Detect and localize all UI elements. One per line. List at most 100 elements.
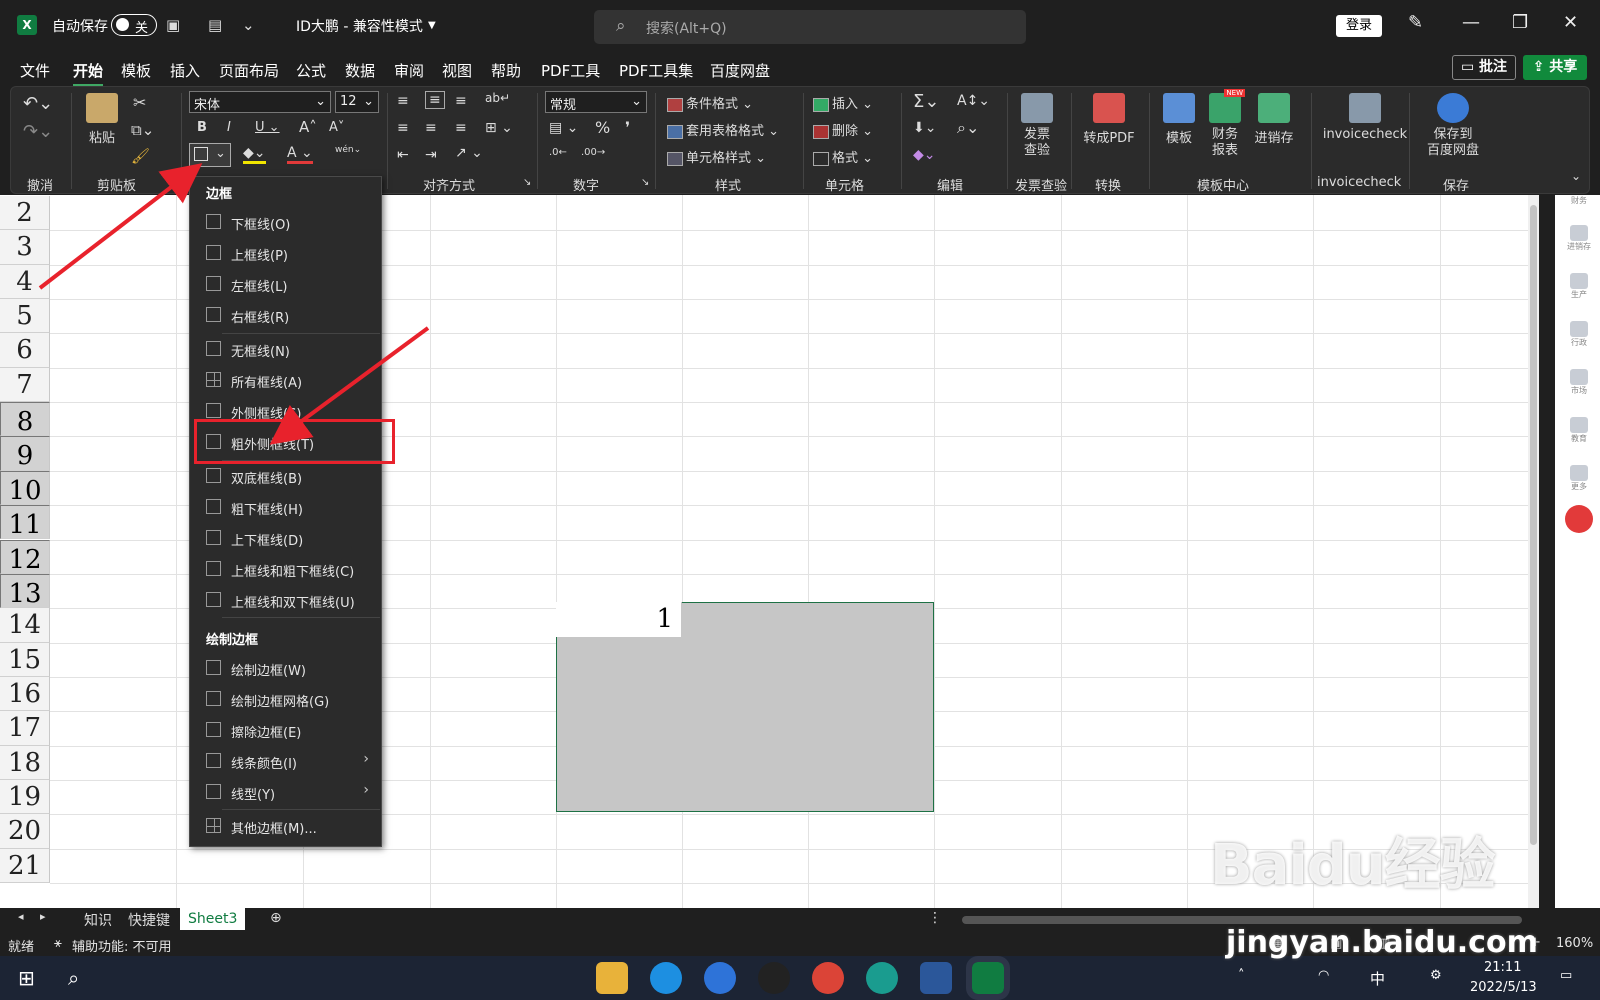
menu-formula[interactable]: 公式 bbox=[296, 60, 326, 81]
increase-indent-icon[interactable]: ⇥ bbox=[425, 147, 437, 163]
sheet-tab-sheet3[interactable]: Sheet3 bbox=[180, 908, 246, 930]
menu-template[interactable]: 模板 bbox=[121, 60, 151, 81]
invoice-check-button[interactable]: 发票 查验 bbox=[1013, 93, 1061, 159]
percent-icon[interactable]: % bbox=[595, 118, 610, 137]
tray-expand-icon[interactable]: ˄ bbox=[1238, 968, 1245, 983]
row-header[interactable]: 6 bbox=[0, 333, 50, 368]
menu-draw-border[interactable]: 绘制边框(W) bbox=[190, 654, 381, 682]
layout-icon[interactable]: ▤ bbox=[208, 16, 222, 34]
red-packet-icon[interactable] bbox=[1565, 505, 1593, 533]
menu-more-borders[interactable]: 其他边框(M)... bbox=[190, 812, 381, 840]
menu-left-border[interactable]: 左框线(L) bbox=[190, 270, 381, 298]
find-icon[interactable]: ⌕⌄ bbox=[957, 118, 979, 138]
minimize-icon[interactable]: — bbox=[1462, 12, 1480, 33]
excel-taskbar-icon[interactable] bbox=[966, 956, 1010, 1000]
format-cells-button[interactable]: 格式 ⌄ bbox=[813, 147, 873, 166]
inventory-button[interactable]: 进销存 bbox=[1251, 93, 1297, 146]
decrease-font-icon[interactable]: A˅ bbox=[329, 120, 344, 135]
customize-qat-icon[interactable]: ⌄ bbox=[242, 16, 255, 34]
menu-pdf-tools[interactable]: PDF工具 bbox=[541, 60, 600, 81]
accessibility-icon[interactable]: ⚹ bbox=[54, 936, 62, 951]
undo-icon[interactable]: ↶⌄ bbox=[23, 93, 53, 114]
menu-file[interactable]: 文件 bbox=[20, 60, 50, 81]
menu-page-layout[interactable]: 页面布局 bbox=[219, 60, 279, 81]
next-sheet-icon[interactable]: ▸ bbox=[40, 910, 46, 923]
clock-time[interactable]: 21:11 bbox=[1484, 960, 1521, 975]
pen-icon[interactable]: ✎ bbox=[1408, 12, 1423, 33]
sheet-tab-shortcuts[interactable]: 快捷键 bbox=[128, 910, 170, 930]
fill-color-icon[interactable]: ◆⌄ bbox=[243, 145, 266, 164]
row-header[interactable]: 11 bbox=[0, 505, 50, 540]
menu-top-bottom-border[interactable]: 上下框线(D) bbox=[190, 524, 381, 552]
edge-icon[interactable] bbox=[866, 962, 898, 994]
menu-bottom-double-border[interactable]: 双底框线(B) bbox=[190, 462, 381, 490]
side-pane-item[interactable]: 进销存 bbox=[1565, 225, 1593, 252]
row-header[interactable]: 12 bbox=[0, 539, 50, 575]
clear-icon[interactable]: ◆⌄ bbox=[913, 147, 936, 163]
vertical-scroll-thumb[interactable] bbox=[1530, 205, 1537, 845]
ribbon-collapse-icon[interactable]: ⌄ bbox=[1571, 169, 1581, 183]
comma-icon[interactable]: ❜ bbox=[625, 118, 630, 137]
to-pdf-button[interactable]: 转成PDF bbox=[1077, 93, 1141, 146]
menu-all-borders[interactable]: 所有框线(A) bbox=[190, 366, 381, 394]
format-painter-icon[interactable]: 🖌 bbox=[131, 147, 150, 165]
conditional-format-button[interactable]: 条件格式 ⌄ bbox=[667, 93, 753, 112]
quick-app-icon[interactable] bbox=[704, 962, 736, 994]
side-pane-item[interactable]: 市场 bbox=[1565, 369, 1593, 396]
menu-home[interactable]: 开始 bbox=[73, 60, 104, 87]
row-header[interactable]: 16 bbox=[0, 676, 50, 712]
redo-icon[interactable]: ↷⌄ bbox=[23, 121, 53, 142]
merge-center-icon[interactable]: ⊞ ⌄ bbox=[485, 120, 513, 136]
row-header[interactable]: 2 bbox=[0, 196, 50, 231]
align-top-icon[interactable]: ≡ bbox=[397, 93, 409, 109]
active-cell[interactable]: 1 bbox=[556, 602, 682, 637]
save-to-baidu-button[interactable]: 保存到 百度网盘 bbox=[1417, 93, 1489, 159]
save-icon[interactable]: ▣ bbox=[166, 16, 180, 34]
search-box[interactable]: ⌕ 搜索(Alt+Q) bbox=[594, 10, 1026, 44]
document-title[interactable]: ID大鹏 - 兼容性模式 bbox=[296, 16, 423, 36]
add-sheet-icon[interactable]: ⊕ bbox=[270, 910, 282, 926]
currency-icon[interactable]: ▤ ⌄ bbox=[549, 120, 578, 136]
row-header[interactable]: 13 bbox=[0, 573, 50, 609]
insert-cells-button[interactable]: 插入 ⌄ bbox=[813, 93, 873, 112]
login-button[interactable]: 登录 bbox=[1336, 15, 1382, 37]
vertical-scrollbar[interactable] bbox=[1528, 195, 1539, 908]
comment-button[interactable]: ▭ 批注 bbox=[1452, 55, 1516, 80]
sort-filter-icon[interactable]: A↕⌄ bbox=[957, 93, 990, 109]
align-middle-icon[interactable]: ≡ bbox=[425, 91, 445, 109]
row-header[interactable]: 7 bbox=[0, 367, 50, 403]
side-pane-item[interactable]: 行政 bbox=[1565, 321, 1593, 348]
sheet-tab-knowledge[interactable]: 知识 bbox=[84, 910, 112, 930]
bold-button[interactable]: B bbox=[197, 120, 207, 135]
decrease-indent-icon[interactable]: ⇤ bbox=[397, 147, 409, 163]
menu-data[interactable]: 数据 bbox=[345, 60, 375, 81]
menu-insert[interactable]: 插入 bbox=[170, 60, 200, 81]
font-size-select[interactable]: 12 ⌄ bbox=[335, 91, 379, 113]
chrome-icon[interactable] bbox=[812, 962, 844, 994]
file-explorer-icon[interactable] bbox=[596, 962, 628, 994]
menu-view[interactable]: 视图 bbox=[442, 60, 472, 81]
word-icon[interactable] bbox=[920, 962, 952, 994]
menu-draw-border-grid[interactable]: 绘制边框网格(G) bbox=[190, 685, 381, 713]
close-icon[interactable]: ✕ bbox=[1563, 12, 1578, 33]
menu-line-color[interactable]: 线条颜色(I) › bbox=[190, 747, 381, 775]
menu-bottom-border[interactable]: 下框线(O) bbox=[190, 208, 381, 236]
row-header[interactable]: 19 bbox=[0, 779, 50, 815]
cut-icon[interactable]: ✂ bbox=[133, 93, 146, 112]
row-header[interactable]: 8 bbox=[0, 402, 50, 437]
menu-pdf-toolset[interactable]: PDF工具集 bbox=[619, 60, 693, 81]
wifi-icon[interactable]: ◠ bbox=[1318, 968, 1329, 983]
windows-start-icon[interactable]: ⊞ bbox=[18, 966, 35, 990]
font-name-select[interactable]: 宋体 ⌄ bbox=[189, 91, 331, 113]
clock-date[interactable]: 2022/5/13 bbox=[1470, 980, 1537, 995]
table-format-button[interactable]: 套用表格格式 ⌄ bbox=[667, 120, 779, 139]
menu-thick-bottom-border[interactable]: 粗下框线(H) bbox=[190, 493, 381, 521]
wrap-text-icon[interactable]: ab↵ bbox=[485, 91, 510, 105]
notification-icon[interactable]: ▭ bbox=[1560, 968, 1572, 983]
row-header[interactable]: 4 bbox=[0, 264, 50, 300]
italic-button[interactable]: I bbox=[227, 120, 231, 135]
row-header[interactable]: 3 bbox=[0, 230, 50, 265]
side-pane-item[interactable]: 财务 bbox=[1565, 195, 1593, 206]
edge-like-app-icon[interactable] bbox=[650, 962, 682, 994]
side-pane-item[interactable]: 更多 bbox=[1565, 465, 1593, 492]
